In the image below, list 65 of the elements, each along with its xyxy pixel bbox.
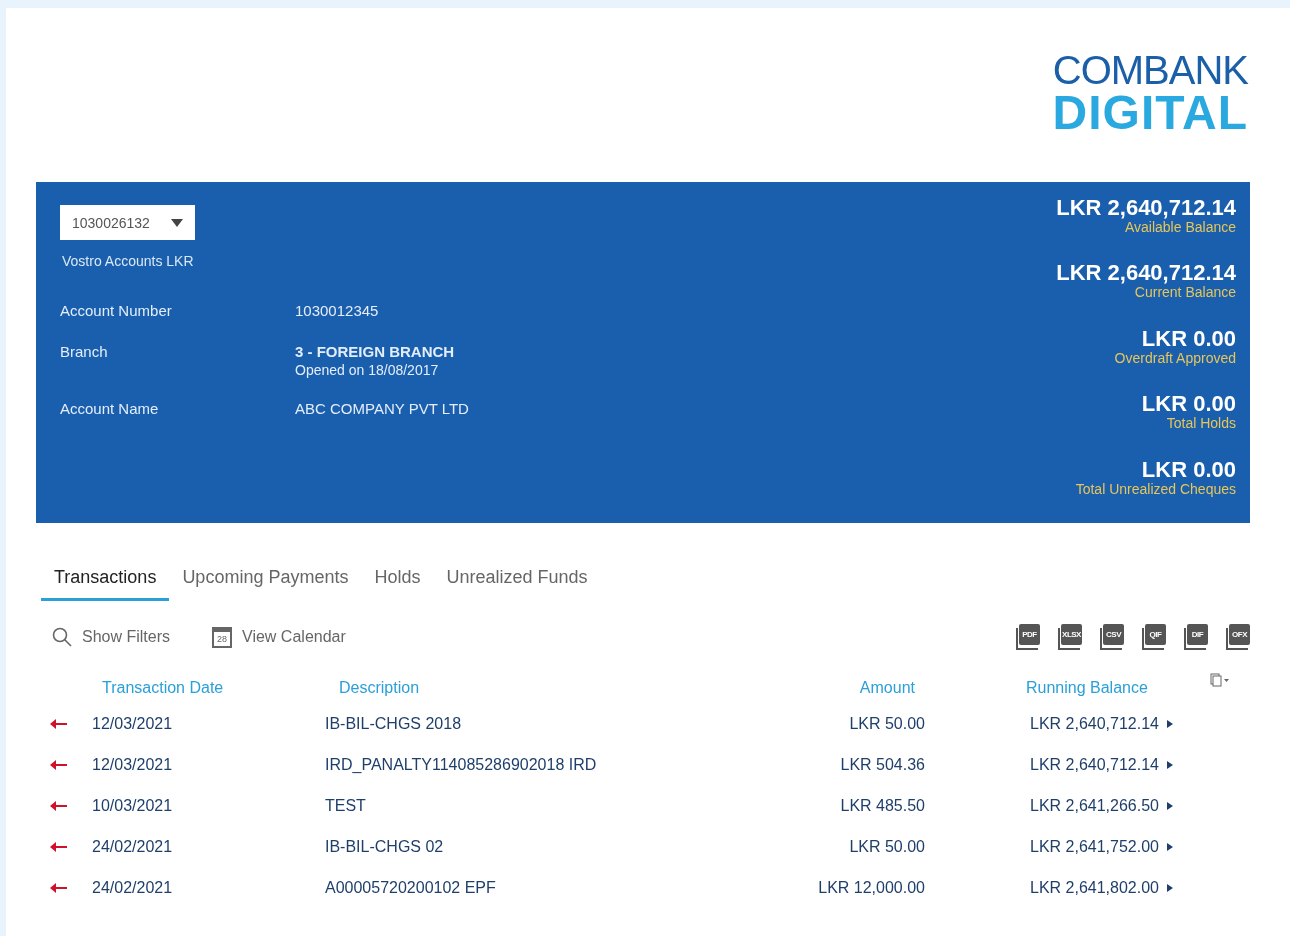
table-cell-text: 24/02/2021 [92, 836, 174, 857]
arrow-left-icon [50, 882, 67, 893]
table-cell-text: A00005720200102 EPF [325, 877, 497, 898]
table-cell: LKR 2,640,712.14 [1030, 744, 1210, 785]
logo-text: COMBANK [1052, 50, 1248, 90]
column-header: Amount [858, 678, 916, 698]
table-cell-text: LKR 12,000.00 [817, 877, 925, 898]
balance-label: Available Balance [1124, 220, 1236, 235]
caret-right-icon [1167, 883, 1173, 892]
balance-label: Total Holds [1166, 416, 1236, 432]
caret-right-icon [1167, 842, 1173, 851]
tab[interactable]: Holds [361, 561, 434, 601]
table-cell-text: TEST [325, 795, 367, 816]
detail-note: Opened on 18/08/2017 [295, 362, 440, 378]
balance-label: Total Unrealized Cheques [1075, 481, 1236, 497]
table-cell: LKR 2,641,266.50 [1030, 785, 1210, 826]
view-calendar-button[interactable]: 28 View Calendar [212, 626, 346, 648]
detail-value: ABC COMPANY PVT LTD [295, 400, 469, 417]
table-cell: LKR 2,641,752.00 [1030, 826, 1210, 867]
detail-label: Account Name [60, 400, 160, 419]
table-cell: LKR 2,640,712.14 [1030, 703, 1210, 744]
balance-amount: LKR 2,640,712.14 [1056, 261, 1236, 286]
balance-label: Current Balance [1134, 285, 1236, 301]
table-cell-text: LKR 50.00 [848, 836, 925, 857]
column-header: Description [338, 678, 421, 698]
caret-icon [171, 218, 183, 227]
caret-right-icon [1167, 719, 1173, 728]
arrow-left-icon [50, 800, 67, 811]
table-cell-text: LKR 485.50 [839, 795, 925, 816]
tab[interactable]: Unrealized Funds [433, 561, 601, 601]
show-filters-button[interactable]: Show Filters [52, 627, 171, 647]
detail-label: Account Number [60, 302, 173, 321]
column-header: Transaction Date [101, 678, 225, 698]
table-cell-text: 10/03/2021 [92, 795, 174, 816]
tab[interactable]: Transactions [41, 561, 170, 601]
column-header: Running Balance [1026, 678, 1149, 698]
detail-label: Branch [60, 343, 109, 362]
table-cell-text: IRD_PANALTY114085286902018 IRD [325, 754, 598, 775]
detail-value: 1030012345 [295, 302, 380, 319]
calendar-icon: 28 [212, 626, 233, 648]
balance-label: Overdraft Approved [1114, 350, 1236, 366]
copy-icon [1210, 673, 1230, 687]
arrow-left-icon [50, 841, 67, 852]
account-selector[interactable]: 1030026132 [60, 205, 195, 240]
balance-amount: LKR 0.00 [1141, 326, 1236, 351]
detail-value: 3 - FOREIGN BRANCH [295, 343, 456, 360]
table-cell: LKR 2,641,802.00 [1030, 867, 1210, 908]
account-type: Vostro Accounts LKR [62, 253, 195, 269]
balance-amount: LKR 0.00 [1141, 392, 1236, 417]
table-cell-text: 24/02/2021 [92, 877, 174, 898]
balance-amount: LKR 0.00 [1141, 457, 1236, 482]
table-cell-text: 12/03/2021 [92, 754, 174, 775]
table-cell-text: IB-BIL-CHGS 02 [325, 836, 445, 857]
arrow-left-icon [50, 718, 67, 729]
table-cell-text: LKR 50.00 [848, 713, 925, 734]
caret-right-icon [1167, 801, 1173, 810]
table-cell-text: 12/03/2021 [92, 713, 174, 734]
table-cell-text: IB-BIL-CHGS 2018 [325, 713, 463, 734]
arrow-left-icon [50, 759, 67, 770]
search-icon [52, 627, 72, 647]
tab[interactable]: Upcoming Payments [169, 561, 362, 601]
caret-right-icon [1167, 760, 1173, 769]
table-cell-text: LKR 504.36 [839, 754, 925, 775]
logo-text: DIGITAL [1052, 90, 1248, 136]
balance-amount: LKR 2,640,712.14 [1056, 196, 1236, 220]
